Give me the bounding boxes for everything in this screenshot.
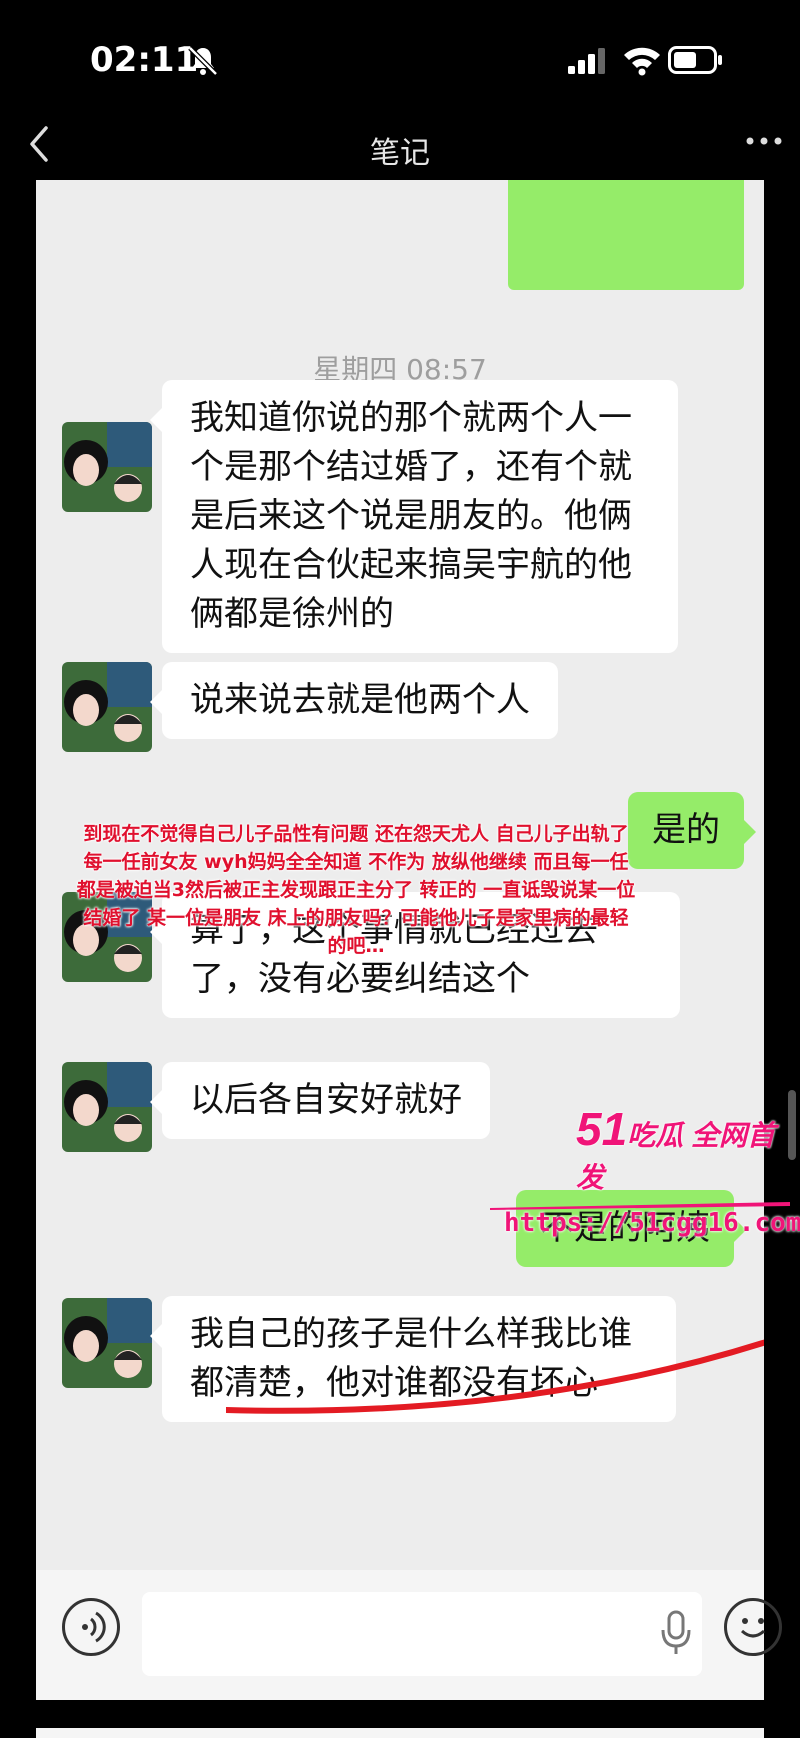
emoji-button[interactable] [724, 1598, 782, 1656]
nav-bar: 笔记 [0, 110, 800, 180]
previous-sent-bubble [508, 180, 744, 290]
cellular-signal-icon [568, 48, 605, 74]
overlay-commentary: 到现在不觉得自己儿子品性有问题 还在怨天尤人 自己儿子出轨了每一任前女友 wyh… [76, 823, 636, 957]
message-bubble-sent[interactable]: 是的 [628, 792, 756, 869]
watermark-brand: 51吃瓜 全网首发 [576, 1103, 775, 1193]
status-bar: 02:11 [0, 0, 800, 120]
message-bubble[interactable]: 说来说去就是他两个人 [150, 662, 558, 739]
scroll-indicator[interactable] [788, 1090, 796, 1160]
more-options-icon[interactable] [744, 134, 784, 148]
voice-wave-icon [82, 1611, 106, 1643]
battery-icon [668, 46, 722, 74]
message-bubble[interactable]: 我知道你说的那个就两个人一个是那个结过婚了，还有个就是后来这个说是朋友的。他俩人… [150, 380, 678, 653]
smiley-icon [740, 1618, 766, 1638]
watermark-url: https://51cgg16.com [504, 1208, 800, 1238]
avatar[interactable] [62, 662, 152, 752]
input-bar [36, 1570, 782, 1700]
message-bubble[interactable]: 以后各自安好就好 [150, 1062, 490, 1139]
status-time: 02:11 [90, 40, 199, 80]
microphone-icon[interactable] [656, 1608, 696, 1658]
bottom-edge [36, 1728, 764, 1738]
voice-mode-button[interactable] [62, 1598, 120, 1656]
avatar[interactable] [62, 422, 152, 512]
avatar[interactable] [62, 1298, 152, 1388]
page-title: 笔记 [370, 136, 430, 171]
wifi-icon [624, 47, 660, 76]
message-input[interactable] [142, 1592, 702, 1676]
chat-area[interactable]: 星期四 08:57 我知道你说的那个就两个人一个是那个结过婚了，还有个就是后来这… [36, 180, 764, 1570]
bell-muted-icon [188, 46, 218, 76]
red-underline-annotation [226, 1339, 764, 1414]
avatar[interactable] [62, 1062, 152, 1152]
